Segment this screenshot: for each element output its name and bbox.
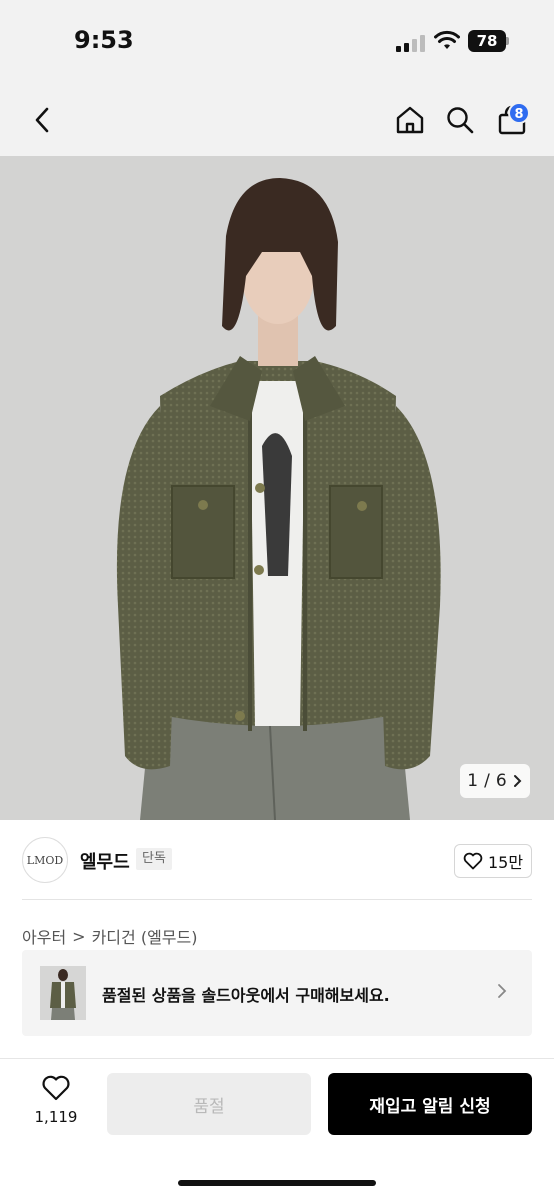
chevron-left-icon (35, 107, 49, 133)
brand-logo-text: LMOD (26, 853, 64, 867)
brand-name-link[interactable]: 엘무드 (80, 848, 130, 874)
image-counter-current: 1 (467, 771, 479, 791)
top-navigation-bar (0, 84, 554, 156)
brand-row: LMOD 엘무드 단독 15만 (0, 820, 554, 900)
soldout-button: 품절 (107, 1073, 311, 1135)
image-counter-separator: / (484, 771, 490, 791)
heart-icon (42, 1075, 70, 1101)
image-counter-total: 6 (495, 771, 507, 791)
wishlist-count: 1,119 (34, 1108, 78, 1126)
breadcrumb-outer[interactable]: 아우터 (22, 924, 66, 948)
soldout-banner-text: 품절된 상품을 솔드아웃에서 구매해보세요. (102, 986, 390, 1005)
brand-logo[interactable]: LMOD (22, 837, 68, 883)
model-photo-illustration (0, 156, 554, 820)
cart-count-badge: 8 (508, 102, 530, 124)
search-icon (447, 107, 474, 134)
brand-like-button[interactable]: 15만 (454, 844, 532, 878)
product-image[interactable] (0, 156, 554, 820)
wishlist-button[interactable]: 1,119 (30, 1074, 82, 1134)
status-time: 9:53 (74, 26, 134, 54)
home-icon (396, 106, 424, 134)
restock-alert-button[interactable]: 재입고 알림 신청 (328, 1073, 532, 1135)
breadcrumb-cardigan[interactable]: 카디건 (엘무드) (92, 924, 198, 948)
back-button[interactable] (22, 84, 62, 156)
exclusive-tag: 단독 (136, 848, 172, 870)
image-counter[interactable]: 1 / 6 (460, 764, 530, 798)
battery-indicator: 78 (468, 30, 506, 52)
search-button[interactable] (440, 84, 480, 156)
breadcrumb-separator: > (72, 926, 86, 946)
home-button[interactable] (390, 84, 430, 156)
battery-tip (506, 37, 509, 45)
chevron-right-icon (496, 982, 508, 1004)
home-indicator (178, 1180, 376, 1186)
heart-icon (463, 852, 483, 870)
product-thumbnail (40, 966, 86, 1020)
breadcrumb: 아우터 > 카디건 (엘무드) (22, 924, 197, 948)
section-divider (22, 899, 532, 900)
wifi-icon (434, 30, 460, 56)
status-bar: 9:53 78 (0, 0, 554, 84)
chevron-right-icon (513, 775, 522, 787)
soldout-banner[interactable]: 품절된 상품을 솔드아웃에서 구매해보세요. (22, 950, 532, 1036)
brand-like-count: 15만 (487, 853, 524, 872)
cellular-signal-icon (396, 34, 426, 52)
